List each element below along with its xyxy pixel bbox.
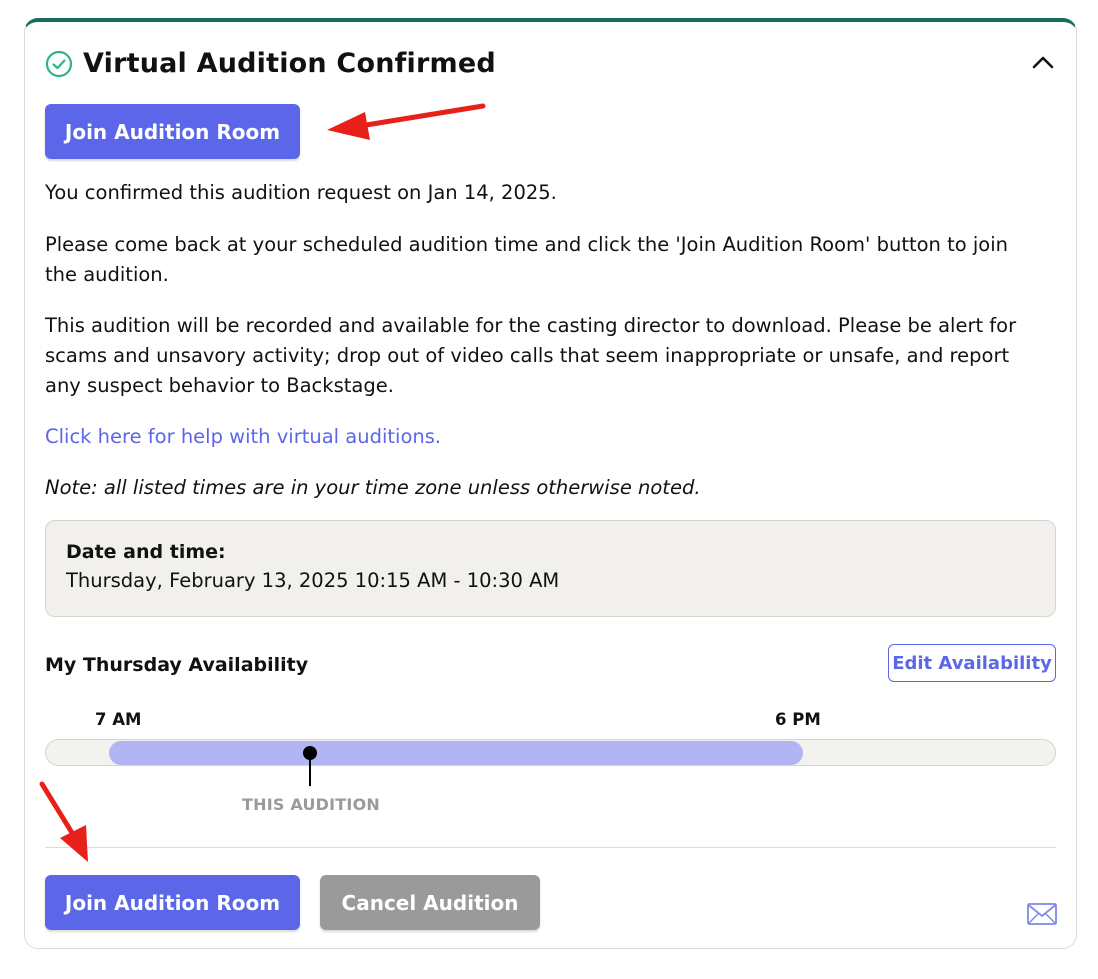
availability-end-label: 6 PM [775, 710, 821, 729]
join-audition-room-button-bottom[interactable]: Join Audition Room [45, 875, 300, 930]
audition-marker-dot [303, 746, 317, 760]
join-audition-room-button-top[interactable]: Join Audition Room [45, 104, 300, 159]
audition-card: Virtual Audition Confirmed Join Audition… [24, 18, 1077, 949]
date-time-box: Date and time: Thursday, February 13, 20… [45, 520, 1056, 617]
date-time-value: Thursday, February 13, 2025 10:15 AM - 1… [66, 569, 560, 592]
cancel-audition-button[interactable]: Cancel Audition [320, 875, 540, 930]
recording-notice-text: This audition will be recorded and avail… [45, 314, 1017, 397]
timezone-note: Note: all listed times are in your time … [45, 476, 701, 499]
date-time-label: Date and time: [66, 541, 226, 563]
chevron-up-icon[interactable] [1030, 52, 1056, 74]
availability-range [109, 741, 803, 765]
confirmed-text: You confirmed this audition request on J… [45, 181, 557, 204]
check-circle-icon [45, 50, 73, 77]
envelope-icon[interactable] [1027, 903, 1057, 925]
availability-title: My Thursday Availability [45, 654, 309, 676]
edit-availability-button[interactable]: Edit Availability [888, 644, 1056, 682]
help-link[interactable]: Click here for help with virtual auditio… [45, 422, 441, 452]
card-header: Virtual Audition Confirmed [45, 48, 496, 79]
card-title: Virtual Audition Confirmed [83, 48, 496, 79]
footer-divider [45, 847, 1056, 848]
instructions-text: Please come back at your scheduled audit… [45, 233, 1008, 286]
audition-marker-label: THIS AUDITION [242, 795, 380, 814]
availability-start-label: 7 AM [95, 710, 142, 729]
